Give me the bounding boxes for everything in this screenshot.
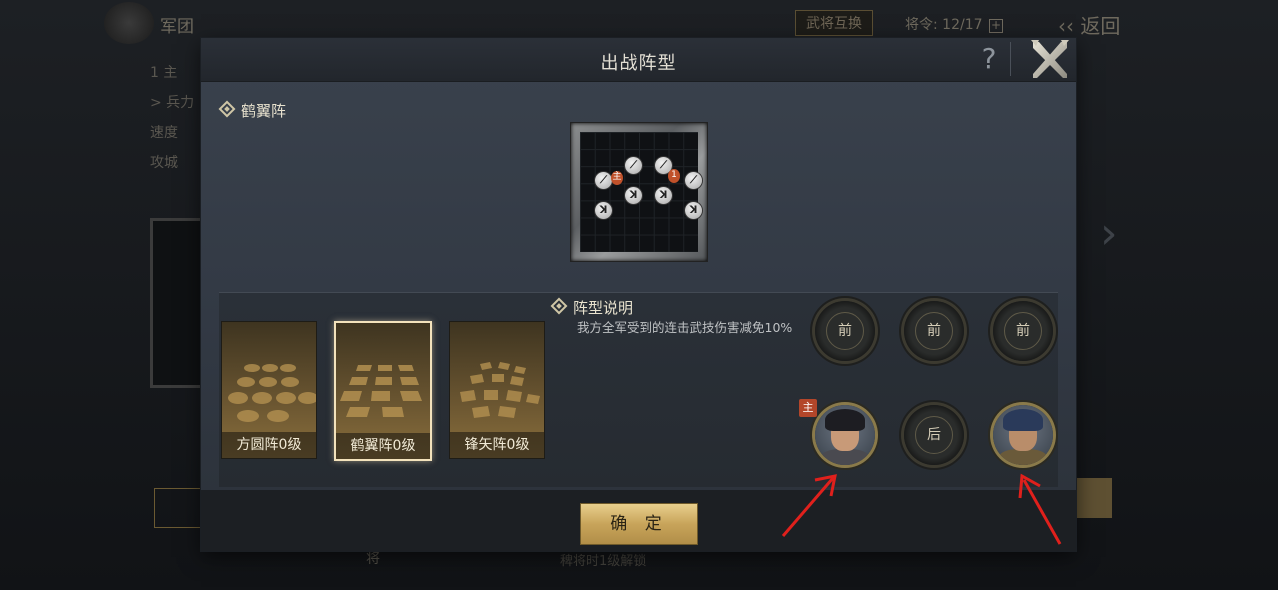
cavalry-piece-icon: ⟋ <box>625 157 642 174</box>
formation-card-fengshi[interactable]: 锋矢阵0级 <box>449 321 545 459</box>
formation-dialog: 出战阵型 ? 鹤翼阵 ⟋ ⟋ ⟋ ⟋ ꓘ ꓘ ꓘ ꓘ 主 1 方圆阵0级 鹤翼阵… <box>201 38 1076 551</box>
add-orders-icon[interactable]: + <box>988 19 1003 33</box>
close-icon <box>1031 40 1069 78</box>
general-swap-button[interactable]: 武将互换 <box>795 10 873 36</box>
hero-portrait <box>821 449 869 465</box>
bg-stat-item: 速度 <box>150 125 178 141</box>
dialog-title: 出战阵型 <box>600 53 677 74</box>
bg-stat-item: 1 主 <box>150 65 178 81</box>
back-slot-lord-hero[interactable] <box>815 405 875 465</box>
bow-piece-icon: ꓘ <box>685 202 702 219</box>
background-side-label: 将 <box>366 551 380 567</box>
slot-label: 后 <box>915 416 953 454</box>
help-button[interactable]: ? <box>974 42 1011 76</box>
preview-grid: ⟋ ⟋ ⟋ ⟋ ꓘ ꓘ ꓘ ꓘ 主 1 <box>580 132 702 252</box>
dialog-header: 出战阵型 ? <box>201 38 1076 82</box>
slot-label: 前 <box>1004 312 1042 350</box>
formation-description-text: 我方全军受到的连击武技伤害减免10% <box>577 320 793 335</box>
orders-counter: 将令: 12/17 + <box>905 14 1003 34</box>
back-slot-empty[interactable]: 后 <box>904 405 964 465</box>
description-title-label: 阵型说明 <box>573 299 634 317</box>
formation-description-title: 阵型说明 <box>550 297 634 318</box>
formation-card-label: 锋矢阵0级 <box>450 432 544 458</box>
front-slot-1[interactable]: 前 <box>815 301 875 361</box>
formation-preview-board: ⟋ ⟋ ⟋ ⟋ ꓘ ꓘ ꓘ ꓘ 主 1 <box>571 123 707 261</box>
formation-card-heyi[interactable]: 鹤翼阵0级 <box>334 321 432 461</box>
front-slot-3[interactable]: 前 <box>993 301 1053 361</box>
background-board <box>150 218 205 388</box>
hero-headband <box>1003 409 1043 431</box>
close-button[interactable] <box>1027 38 1073 82</box>
formation-name: 鹤翼阵 <box>218 100 287 121</box>
legion-label: 军团 <box>160 17 194 37</box>
annotation-arrow-icon <box>1018 473 1062 545</box>
back-label: 返回 <box>1080 14 1121 38</box>
background-unlock-hint: 稗将时1级解锁 <box>560 554 647 569</box>
formation-panel: 方圆阵0级 鹤翼阵0级 锋矢阵0级 阵型说明 我方全军受到的连击武技伤害减免10… <box>219 292 1058 487</box>
cavalry-piece-icon: ⟋ <box>595 172 612 189</box>
bow-piece-icon: ꓘ <box>625 187 642 204</box>
arrow-formation-icon <box>460 362 540 418</box>
dialog-footer: 确 定 <box>201 490 1076 551</box>
background-right-button[interactable] <box>1076 478 1112 518</box>
diamond-bullet-icon <box>550 297 568 315</box>
hero-hair <box>825 409 865 431</box>
back-chevron-icon: ‹‹ <box>1058 14 1081 38</box>
slot-label: 前 <box>915 312 953 350</box>
next-chevron-icon[interactable]: › <box>1100 208 1118 259</box>
annotation-arrow-icon <box>781 474 837 537</box>
bg-stat-item: > 兵力 <box>150 95 195 111</box>
slot-label: 前 <box>826 312 864 350</box>
front-slot-2[interactable]: 前 <box>904 301 964 361</box>
formation-card-fangyuan[interactable]: 方圆阵0级 <box>221 321 317 459</box>
bow-piece-icon: ꓘ <box>655 187 672 204</box>
back-button[interactable]: ‹‹ 返回 <box>1058 10 1120 39</box>
back-slot-hero[interactable] <box>993 405 1053 465</box>
wing-formation-icon <box>340 365 422 417</box>
confirm-button[interactable]: 确 定 <box>580 503 698 545</box>
bow-piece-icon: ꓘ <box>595 202 612 219</box>
lord-marker: 主 <box>611 171 623 185</box>
round-formation-icon <box>228 364 316 422</box>
lord-badge: 主 <box>799 399 817 417</box>
diamond-bullet-icon <box>218 100 236 118</box>
cavalry-piece-icon: ⟋ <box>685 172 702 189</box>
legion-emblem-icon <box>104 2 154 44</box>
formation-name-label: 鹤翼阵 <box>241 102 287 120</box>
bg-stat-item: 攻城 <box>150 155 178 171</box>
background-left-button[interactable] <box>154 488 202 528</box>
formation-card-label: 方圆阵0级 <box>222 432 316 458</box>
formation-card-label: 鹤翼阵0级 <box>336 433 430 459</box>
orders-label: 将令: 12/17 <box>905 17 983 33</box>
number-marker: 1 <box>668 169 680 183</box>
hero-portrait <box>999 449 1047 465</box>
